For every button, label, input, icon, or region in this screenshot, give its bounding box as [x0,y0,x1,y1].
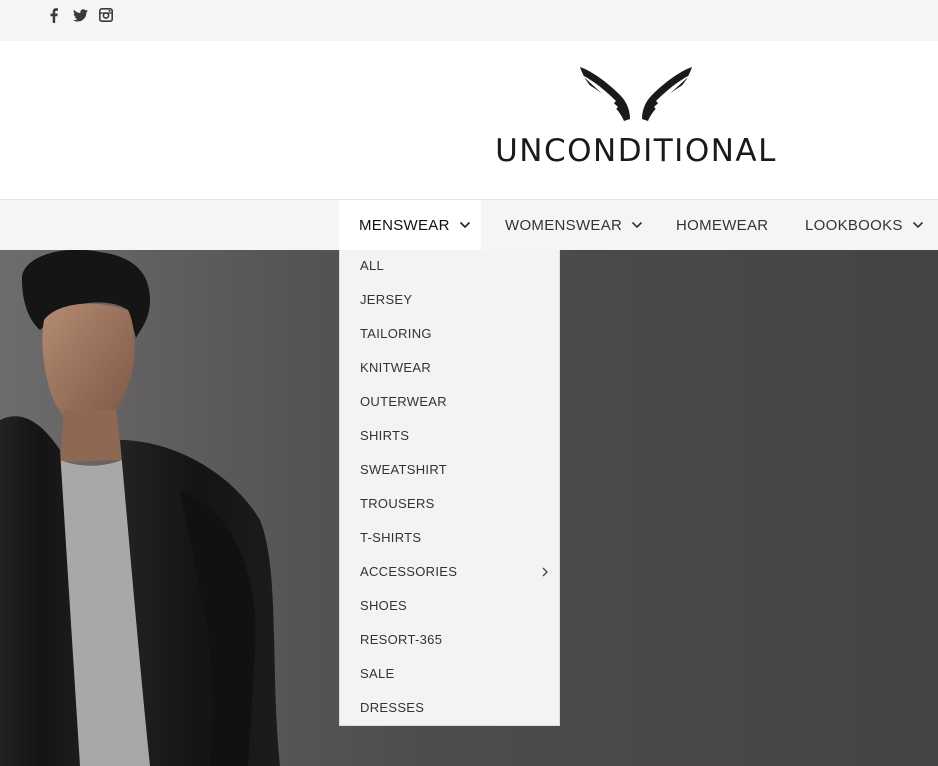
dropdown-item-dresses[interactable]: DRESSES [360,698,424,718]
nav-item-homewear[interactable]: HOMEWEAR [676,200,768,250]
main-nav: MENSWEAR WOMENSWEAR HOMEWEAR LOOKBOOKS [0,200,938,250]
dropdown-item-trousers[interactable]: TROUSERS [360,494,435,514]
dropdown-item-shirts[interactable]: SHIRTS [360,426,409,446]
dropdown-item-resort-365[interactable]: RESORT-365 [360,630,442,650]
social-bar [0,0,938,41]
dropdown-item-outerwear[interactable]: OUTERWEAR [360,392,447,412]
nav-item-womenswear[interactable]: WOMENSWEAR [505,200,643,250]
site-header: UNCONDITIONAL [0,41,938,200]
nav-item-menswear[interactable]: MENSWEAR [339,200,481,250]
dropdown-item-sale[interactable]: SALE [360,664,394,684]
chevron-right-icon [542,567,548,577]
dropdown-item-sweatshirt[interactable]: SWEATSHIRT [360,460,447,480]
dropdown-item-jersey[interactable]: JERSEY [360,290,412,310]
dropdown-item-accessories[interactable]: ACCESSORIES [360,562,457,582]
instagram-icon[interactable] [98,6,114,24]
nav-item-label: WOMENSWEAR [505,216,623,234]
dropdown-item-shoes[interactable]: SHOES [360,596,407,616]
chevron-down-icon [632,221,643,229]
wings-icon [580,67,692,121]
twitter-icon[interactable] [72,6,88,24]
brand-logo[interactable]: UNCONDITIONAL [490,63,782,173]
dropdown-item-knitwear[interactable]: KNITWEAR [360,358,431,378]
nav-item-lookbooks[interactable]: LOOKBOOKS [805,200,924,250]
dropdown-item-tailoring[interactable]: TAILORING [360,324,432,344]
nav-item-label: LOOKBOOKS [805,216,903,234]
social-links [46,6,114,24]
dropdown-item-all[interactable]: ALL [360,256,384,276]
facebook-icon[interactable] [46,6,62,24]
chevron-down-icon [912,221,923,229]
menswear-dropdown: ALL JERSEY TAILORING KNITWEAR OUTERWEAR … [339,250,560,726]
nav-item-label: MENSWEAR [359,216,450,234]
dropdown-item-t-shirts[interactable]: T-SHIRTS [360,528,421,548]
chevron-down-icon [459,221,470,229]
nav-item-label: HOMEWEAR [676,216,769,234]
brand-wordmark: UNCONDITIONAL [495,133,777,169]
